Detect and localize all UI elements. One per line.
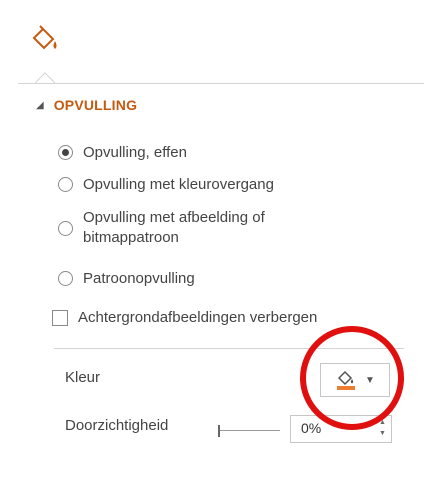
radio-pattern-fill[interactable]: Patroonopvulling bbox=[58, 270, 195, 287]
section-header-fill[interactable]: ◢ OPVULLING bbox=[36, 97, 137, 113]
radio-button[interactable] bbox=[58, 177, 73, 192]
format-pane: ◢ OPVULLING Opvulling, effen Opvulling m… bbox=[4, 4, 424, 473]
color-picker-button[interactable]: ▼ bbox=[320, 363, 390, 397]
radio-label: Patroonopvulling bbox=[83, 270, 195, 287]
spinner-buttons[interactable]: ▲ ▼ bbox=[377, 416, 391, 442]
tab-divider bbox=[18, 83, 424, 84]
radio-picture-fill[interactable]: Opvulling met afbeelding of bitmappatroo… bbox=[58, 208, 265, 248]
paint-bucket-icon bbox=[337, 370, 356, 390]
section-title: OPVULLING bbox=[53, 97, 138, 113]
hide-background-checkbox[interactable] bbox=[52, 309, 68, 326]
radio-label-line2: bitmappatroon bbox=[83, 229, 179, 246]
collapse-triangle-icon[interactable]: ◢ bbox=[36, 100, 44, 111]
spin-down-icon[interactable]: ▼ bbox=[379, 430, 386, 437]
transparency-slider[interactable] bbox=[216, 425, 280, 437]
radio-label-line1: Opvulling met afbeelding of bbox=[83, 209, 265, 226]
hide-background-label: Achtergrondafbeeldingen verbergen bbox=[78, 309, 318, 326]
radio-button[interactable] bbox=[58, 145, 73, 160]
radio-label: Opvulling met afbeelding of bitmappatroo… bbox=[83, 208, 265, 248]
transparency-spinner[interactable]: 0% ▲ ▼ bbox=[290, 415, 392, 443]
radio-button[interactable] bbox=[58, 220, 73, 236]
slider-track bbox=[220, 430, 280, 431]
divider bbox=[54, 348, 404, 349]
spin-up-icon[interactable]: ▲ bbox=[379, 419, 386, 426]
fill-and-line-icon[interactable] bbox=[28, 24, 60, 56]
transparency-value: 0% bbox=[301, 420, 322, 436]
radio-label: Opvulling met kleurovergang bbox=[83, 176, 274, 193]
slider-thumb[interactable] bbox=[218, 425, 220, 437]
radio-gradient-fill[interactable]: Opvulling met kleurovergang bbox=[58, 176, 274, 193]
chevron-down-icon: ▼ bbox=[365, 374, 375, 386]
transparency-label: Doorzichtigheid bbox=[65, 417, 169, 434]
radio-button[interactable] bbox=[58, 271, 73, 286]
hide-background-option[interactable]: Achtergrondafbeeldingen verbergen bbox=[52, 309, 317, 326]
color-label: Kleur bbox=[65, 369, 101, 386]
radio-label: Opvulling, effen bbox=[83, 144, 187, 161]
radio-solid-fill[interactable]: Opvulling, effen bbox=[58, 144, 187, 161]
